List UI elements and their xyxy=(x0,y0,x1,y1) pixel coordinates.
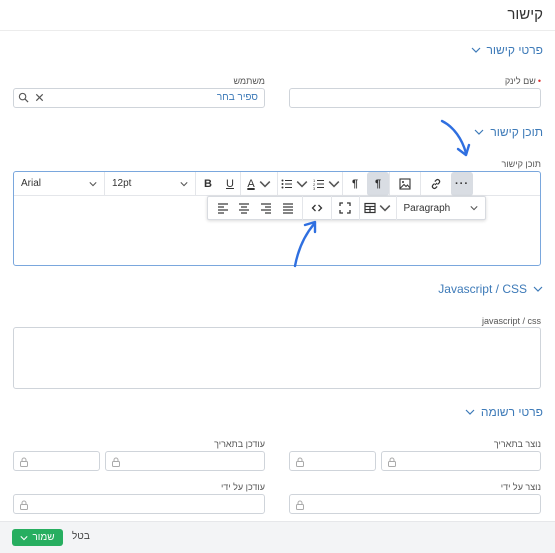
top-divider xyxy=(0,30,555,31)
save-button[interactable]: שמור xyxy=(12,529,63,546)
align-center-icon[interactable] xyxy=(234,196,256,220)
chevron-down-icon xyxy=(296,180,307,188)
editor-overflow-toolbar: Paragraph xyxy=(207,196,486,220)
lock-icon xyxy=(296,500,304,510)
numbered-list-icon[interactable]: 123 xyxy=(310,172,342,196)
image-icon[interactable] xyxy=(390,172,420,196)
block-format-select[interactable]: Paragraph xyxy=(397,196,486,220)
created-on-date-input xyxy=(381,451,541,471)
user-value[interactable]: ספיר בחר xyxy=(217,92,258,103)
page-title: קישור xyxy=(507,6,543,23)
edited-by-input xyxy=(13,494,265,514)
lock-icon xyxy=(112,457,120,467)
font-family-value: Arial xyxy=(21,178,42,189)
section-title: פרטי רשומה xyxy=(480,405,543,419)
section-link-content[interactable]: תוכן קישור xyxy=(474,125,543,139)
javascript-css-textarea[interactable] xyxy=(13,327,541,389)
section-link-details[interactable]: פרטי קישור xyxy=(471,43,544,57)
font-size-select[interactable]: 12pt xyxy=(105,171,196,196)
javascript-css-label: javascript / css xyxy=(481,316,541,326)
required-mark: • xyxy=(537,76,541,86)
lock-icon xyxy=(388,457,396,467)
section-title: תוכן קישור xyxy=(490,125,543,139)
bullet-list-icon[interactable] xyxy=(278,172,310,196)
chevron-down-icon xyxy=(180,181,188,186)
chevron-down-icon xyxy=(533,286,543,292)
text-color-icon[interactable]: A xyxy=(241,172,277,196)
form-footer: שמור בטל xyxy=(0,521,555,553)
underline-icon[interactable]: U xyxy=(220,172,240,196)
align-right-icon[interactable] xyxy=(255,196,277,220)
svg-text:3: 3 xyxy=(313,186,316,190)
font-family-select[interactable]: Arial xyxy=(14,171,105,196)
edited-on-time-input xyxy=(13,451,100,471)
section-title: פרטי קישור xyxy=(486,43,544,57)
created-on-time-input xyxy=(289,451,376,471)
editor-toolbar: Arial 12pt B U A 123 ¶ ¶ ··· xyxy=(14,171,540,196)
link-name-input[interactable] xyxy=(289,88,541,108)
edited-on-label: עודכן בתאריך xyxy=(214,439,265,449)
more-icon[interactable]: ··· xyxy=(451,171,473,196)
save-button-label: שמור xyxy=(32,532,55,543)
link-name-label: •שם לינק xyxy=(505,76,541,86)
search-icon[interactable] xyxy=(18,92,29,103)
section-record-details[interactable]: פרטי רשומה xyxy=(465,405,543,419)
lock-icon xyxy=(20,500,28,510)
link-icon[interactable] xyxy=(421,172,451,196)
user-lookup[interactable]: ספיר בחר xyxy=(13,88,265,108)
chevron-down-icon[interactable] xyxy=(20,534,29,542)
section-title: Javascript / CSS xyxy=(438,282,527,296)
chevron-down-icon xyxy=(471,47,480,53)
chevron-down-icon xyxy=(259,180,271,188)
lock-icon xyxy=(296,457,304,467)
user-label: משתמש xyxy=(233,76,265,86)
rtl-icon[interactable]: ¶ xyxy=(367,171,389,196)
chevron-down-icon xyxy=(470,206,478,211)
chevron-down-icon xyxy=(380,205,391,212)
chevron-down-icon xyxy=(89,181,97,186)
cancel-button[interactable]: בטל xyxy=(72,531,90,542)
table-icon[interactable] xyxy=(360,196,395,220)
created-by-input xyxy=(289,494,541,514)
align-left-icon[interactable] xyxy=(212,196,234,220)
chevron-down-icon xyxy=(328,180,339,188)
chevron-down-icon xyxy=(465,409,475,415)
fullscreen-icon[interactable] xyxy=(332,196,359,220)
lock-icon xyxy=(20,457,28,467)
annotation-arrow-icon xyxy=(293,220,317,268)
created-by-label: נוצר על ידי xyxy=(500,482,541,492)
block-format-value: Paragraph xyxy=(403,202,451,214)
edited-by-label: עודכן על ידי xyxy=(220,482,265,492)
annotation-arrow-icon xyxy=(440,119,471,157)
link-content-label: תוכן קישור xyxy=(501,159,541,169)
created-on-label: נוצר בתאריך xyxy=(493,439,541,449)
section-javascript-css[interactable]: Javascript / CSS xyxy=(438,282,543,296)
edited-on-date-input xyxy=(105,451,265,471)
ltr-icon[interactable]: ¶ xyxy=(343,172,367,196)
clear-icon[interactable] xyxy=(34,92,45,103)
font-size-value: 12pt xyxy=(112,178,132,189)
link-name-label-text: שם לינק xyxy=(504,76,536,86)
bold-icon[interactable]: B xyxy=(196,172,220,196)
